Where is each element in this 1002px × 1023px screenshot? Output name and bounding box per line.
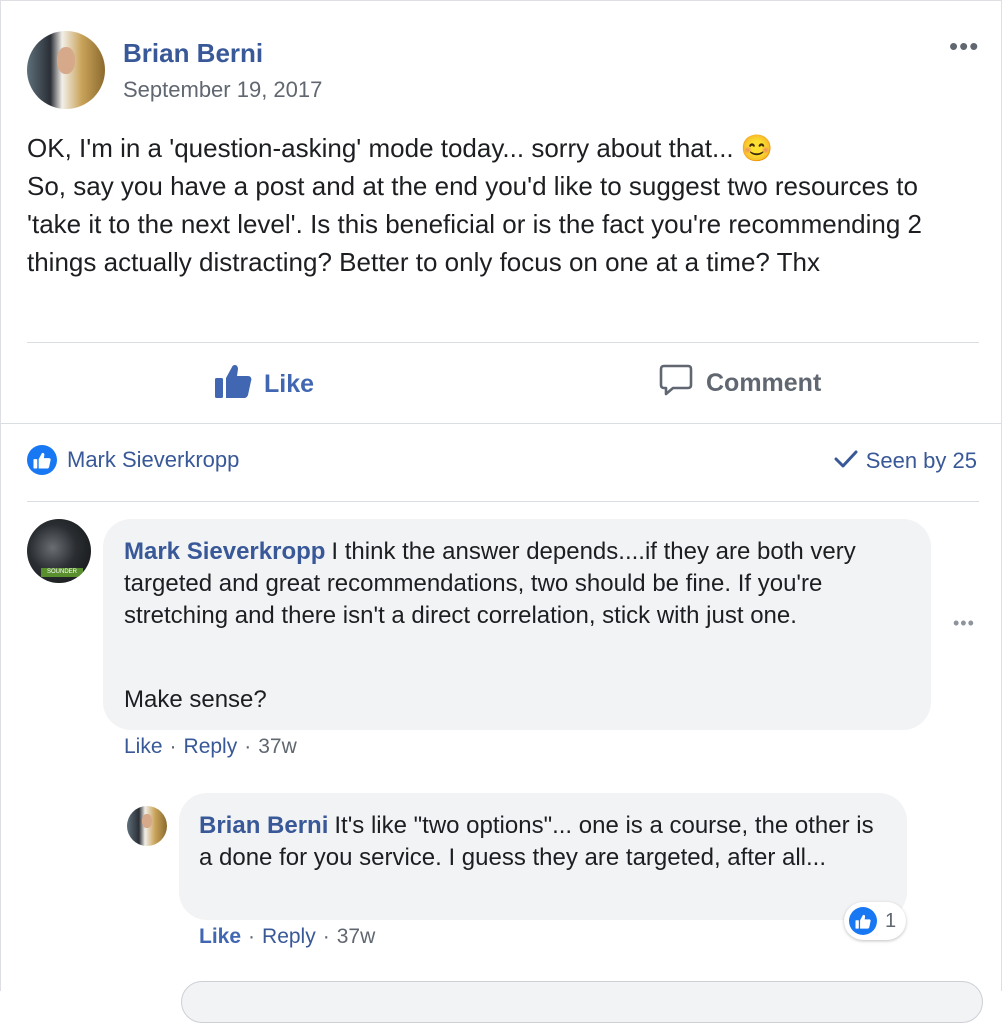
- like-reaction-icon: [27, 445, 57, 475]
- reply-timestamp[interactable]: 37w: [337, 925, 376, 949]
- seen-by-label: Seen by 25: [865, 448, 977, 473]
- commenter-avatar[interactable]: SOUNDER: [27, 519, 91, 583]
- reply-input-field[interactable]: [181, 981, 983, 1023]
- separator: ·: [244, 735, 252, 758]
- reply-reply-link[interactable]: Reply: [262, 925, 316, 949]
- comment-text: Mark Sieverkropp I think the answer depen…: [124, 536, 914, 632]
- reaction-summary[interactable]: Mark Sieverkropp: [27, 445, 239, 475]
- reply-text: Brian Berni It's like "two options"... on…: [199, 810, 889, 874]
- reaction-count-value: 1: [885, 909, 897, 932]
- thumbs-up-icon: [214, 363, 264, 406]
- comment-actions: Like · Reply · 37w: [124, 735, 297, 759]
- comment-more-options-icon[interactable]: •••: [953, 613, 975, 634]
- comment-text-followup: Make sense?: [124, 686, 267, 713]
- seen-by-link[interactable]: Seen by 25: [834, 448, 977, 474]
- comment-timestamp[interactable]: 37w: [258, 735, 297, 759]
- post-author-name[interactable]: Brian Berni: [123, 38, 263, 69]
- like-button-label: Like: [264, 370, 315, 398]
- reply-author-avatar[interactable]: [127, 806, 167, 846]
- reply-actions: Like · Reply · 37w: [199, 925, 375, 949]
- divider: [27, 501, 979, 502]
- avatar-badge: SOUNDER: [41, 568, 83, 577]
- divider: [1, 423, 1001, 424]
- like-reaction-icon: [849, 907, 877, 935]
- like-button[interactable]: Like: [214, 363, 314, 406]
- post-card: Brian Berni September 19, 2017 ••• OK, I…: [0, 0, 1002, 1023]
- separator: ·: [322, 925, 330, 948]
- separator: ·: [169, 735, 177, 758]
- reaction-liker-name: Mark Sieverkropp: [67, 447, 240, 472]
- comment-reply-link[interactable]: Reply: [184, 735, 238, 759]
- post-date[interactable]: September 19, 2017: [123, 77, 322, 103]
- comment-button[interactable]: Comment: [658, 363, 821, 404]
- comment-button-label: Comment: [706, 369, 822, 397]
- reply-reaction-count[interactable]: 1: [844, 902, 907, 940]
- reply-like-link[interactable]: Like: [199, 925, 241, 949]
- comment-author[interactable]: Mark Sieverkropp: [124, 538, 325, 565]
- comment-like-link[interactable]: Like: [124, 735, 163, 759]
- reply-author[interactable]: Brian Berni: [199, 812, 328, 839]
- post-more-options-icon[interactable]: •••: [949, 31, 979, 62]
- divider: [27, 342, 979, 343]
- comment-bubble-icon: [658, 363, 706, 404]
- author-avatar[interactable]: [27, 31, 105, 109]
- post-text: OK, I'm in a 'question-asking' mode toda…: [27, 133, 923, 277]
- separator: ·: [248, 925, 256, 948]
- checkmark-icon: [834, 448, 866, 474]
